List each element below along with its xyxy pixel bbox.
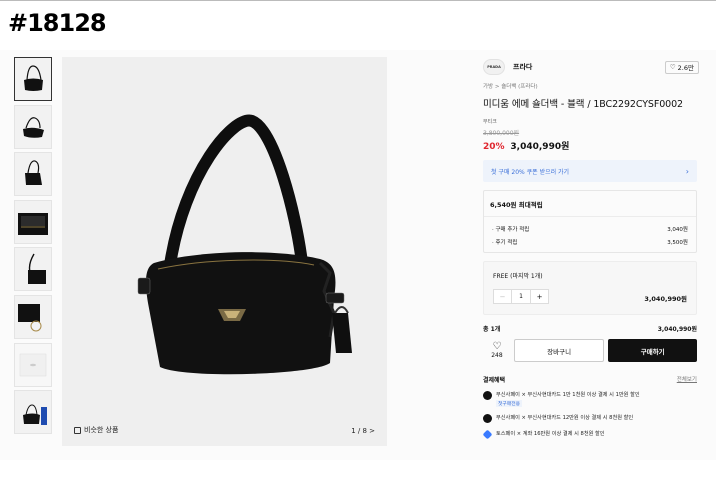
product-page: 비슷한 상품 1 / 8 > PRADA 프라다 ♡ 2.6만 가방 > 숄더백… <box>0 50 716 460</box>
points-row-value: 3,040원 <box>667 226 688 233</box>
benefit-text: 토스페이 × 계좌 16만원 이상 결제 시 8천원 할인 <box>496 431 605 437</box>
quantity-plus-button[interactable]: + <box>531 290 548 303</box>
benefit-item[interactable]: 무신사페이 × 무신사현대카드 12만원 이상 결제 시 8천원 할인 <box>483 414 697 423</box>
toss-pay-icon <box>482 429 493 440</box>
quantity-minus-button[interactable]: − <box>494 290 511 303</box>
purchase-actions: ♡ 248 장바구니 구매하기 <box>483 339 697 362</box>
buy-now-button[interactable]: 구매하기 <box>608 339 697 362</box>
thumbnail-front[interactable] <box>14 57 52 101</box>
coupon-text: 첫 구매 20% 쿠폰 받으러 가기 <box>491 168 570 176</box>
thumbnail-side[interactable] <box>14 152 52 197</box>
add-to-cart-button[interactable]: 장바구니 <box>513 339 605 362</box>
handbag-image <box>137 114 352 375</box>
points-row-label: · 후기 적립 <box>492 239 518 246</box>
benefit-text: 무신사페이 × 무신사현대카드 12만원 이상 결제 시 8천원 할인 <box>496 415 634 421</box>
brand-row: PRADA 프라다 ♡ 2.6만 <box>475 57 703 77</box>
breadcrumb[interactable]: 가방 > 숄더백 (프라다) <box>483 82 703 90</box>
thumbnail-strap[interactable] <box>14 247 52 292</box>
brand-like-button[interactable]: ♡ 2.6만 <box>664 60 699 74</box>
points-header: 6,540원 최대적립 <box>484 191 696 217</box>
option-price: 3,040,990원 <box>644 295 687 303</box>
benefit-item[interactable]: 무신사페이 × 무신사현대카드 1만 1천원 이상 결제 시 1만원 할인 첫구… <box>483 391 697 407</box>
wishlist-button[interactable]: ♡ 248 <box>483 341 511 360</box>
benefit-text: 무신사페이 × 무신사현대카드 1만 1천원 이상 결제 시 1만원 할인 <box>496 392 640 398</box>
points-row-value: 3,500원 <box>667 239 688 246</box>
quantity-stepper: − 1 + <box>493 289 549 304</box>
product-info-panel: PRADA 프라다 ♡ 2.6만 가방 > 숄더백 (프라다) 미디움 에메 숄… <box>475 57 703 452</box>
points-box: 6,540원 최대적립 · 구매 추가 적립 3,040원 · 후기 적립 3,… <box>483 190 697 253</box>
thumbnail-dustbag[interactable] <box>14 342 52 387</box>
thumbnail-packaging[interactable] <box>14 390 52 435</box>
benefit-item[interactable]: 토스페이 × 계좌 16만원 이상 결제 시 8천원 할인 <box>482 429 697 440</box>
main-product-image[interactable]: 비슷한 상품 1 / 8 > <box>62 57 387 446</box>
heart-icon: ♡ <box>669 63 676 71</box>
wishlist-count: 248 <box>491 352 503 359</box>
image-counter[interactable]: 1 / 8 > <box>351 427 375 435</box>
payment-benefits-title: 결제혜택 <box>483 377 506 384</box>
price-row: 20% 3,040,990원 <box>483 139 703 152</box>
product-title: 미디움 에메 숄더백 - 블랙 / 1BC2292CYSF0002 <box>483 99 683 110</box>
option-label: FREE (마지막 1개) <box>493 273 543 280</box>
chevron-right-icon: › <box>685 166 689 176</box>
brand-like-count: 2.6만 <box>677 64 694 72</box>
sale-price: 3,040,990원 <box>510 142 570 152</box>
musinsa-pay-icon <box>483 414 492 423</box>
benefit-sub-tag: 첫구매전용 <box>496 400 523 407</box>
total-count: 총 1개 <box>483 326 501 333</box>
brand-logo[interactable]: PRADA <box>483 59 505 75</box>
brand-name[interactable]: 프라다 <box>513 62 532 72</box>
points-row-label: · 구매 추가 적립 <box>492 226 530 233</box>
similar-items-icon <box>74 426 81 434</box>
payment-benefits-header: 결제혜택 전체보기 <box>483 375 697 384</box>
thumbnail-charm[interactable] <box>14 294 52 339</box>
similar-items-button[interactable]: 비슷한 상품 <box>74 425 118 435</box>
thumbnail-angle[interactable] <box>14 104 52 149</box>
quantity-value[interactable]: 1 <box>511 290 531 303</box>
total-row: 총 1개 3,040,990원 <box>483 324 697 333</box>
listing-header: #18128 <box>0 0 716 50</box>
musinsa-pay-icon <box>483 391 492 400</box>
selected-option-box: FREE (마지막 1개) − 1 + 3,040,990원 <box>483 261 697 315</box>
store-tag: 부티크 <box>483 119 497 125</box>
view-all-link[interactable]: 전체보기 <box>677 375 697 384</box>
points-row: · 구매 추가 적립 3,040원 <box>484 222 696 235</box>
listing-number: #18128 <box>8 9 107 37</box>
discount-rate: 20% <box>483 142 505 152</box>
thumbnail-interior[interactable] <box>14 199 52 244</box>
similar-items-label: 비슷한 상품 <box>84 426 119 434</box>
heart-icon: ♡ <box>492 341 502 352</box>
original-price: 3,800,000원 <box>483 130 520 137</box>
points-row: · 후기 적립 3,500원 <box>484 235 696 248</box>
total-price: 3,040,990원 <box>657 326 697 333</box>
thumbnail-list <box>14 57 52 438</box>
first-purchase-coupon-banner[interactable]: 첫 구매 20% 쿠폰 받으러 가기 › <box>483 160 697 182</box>
